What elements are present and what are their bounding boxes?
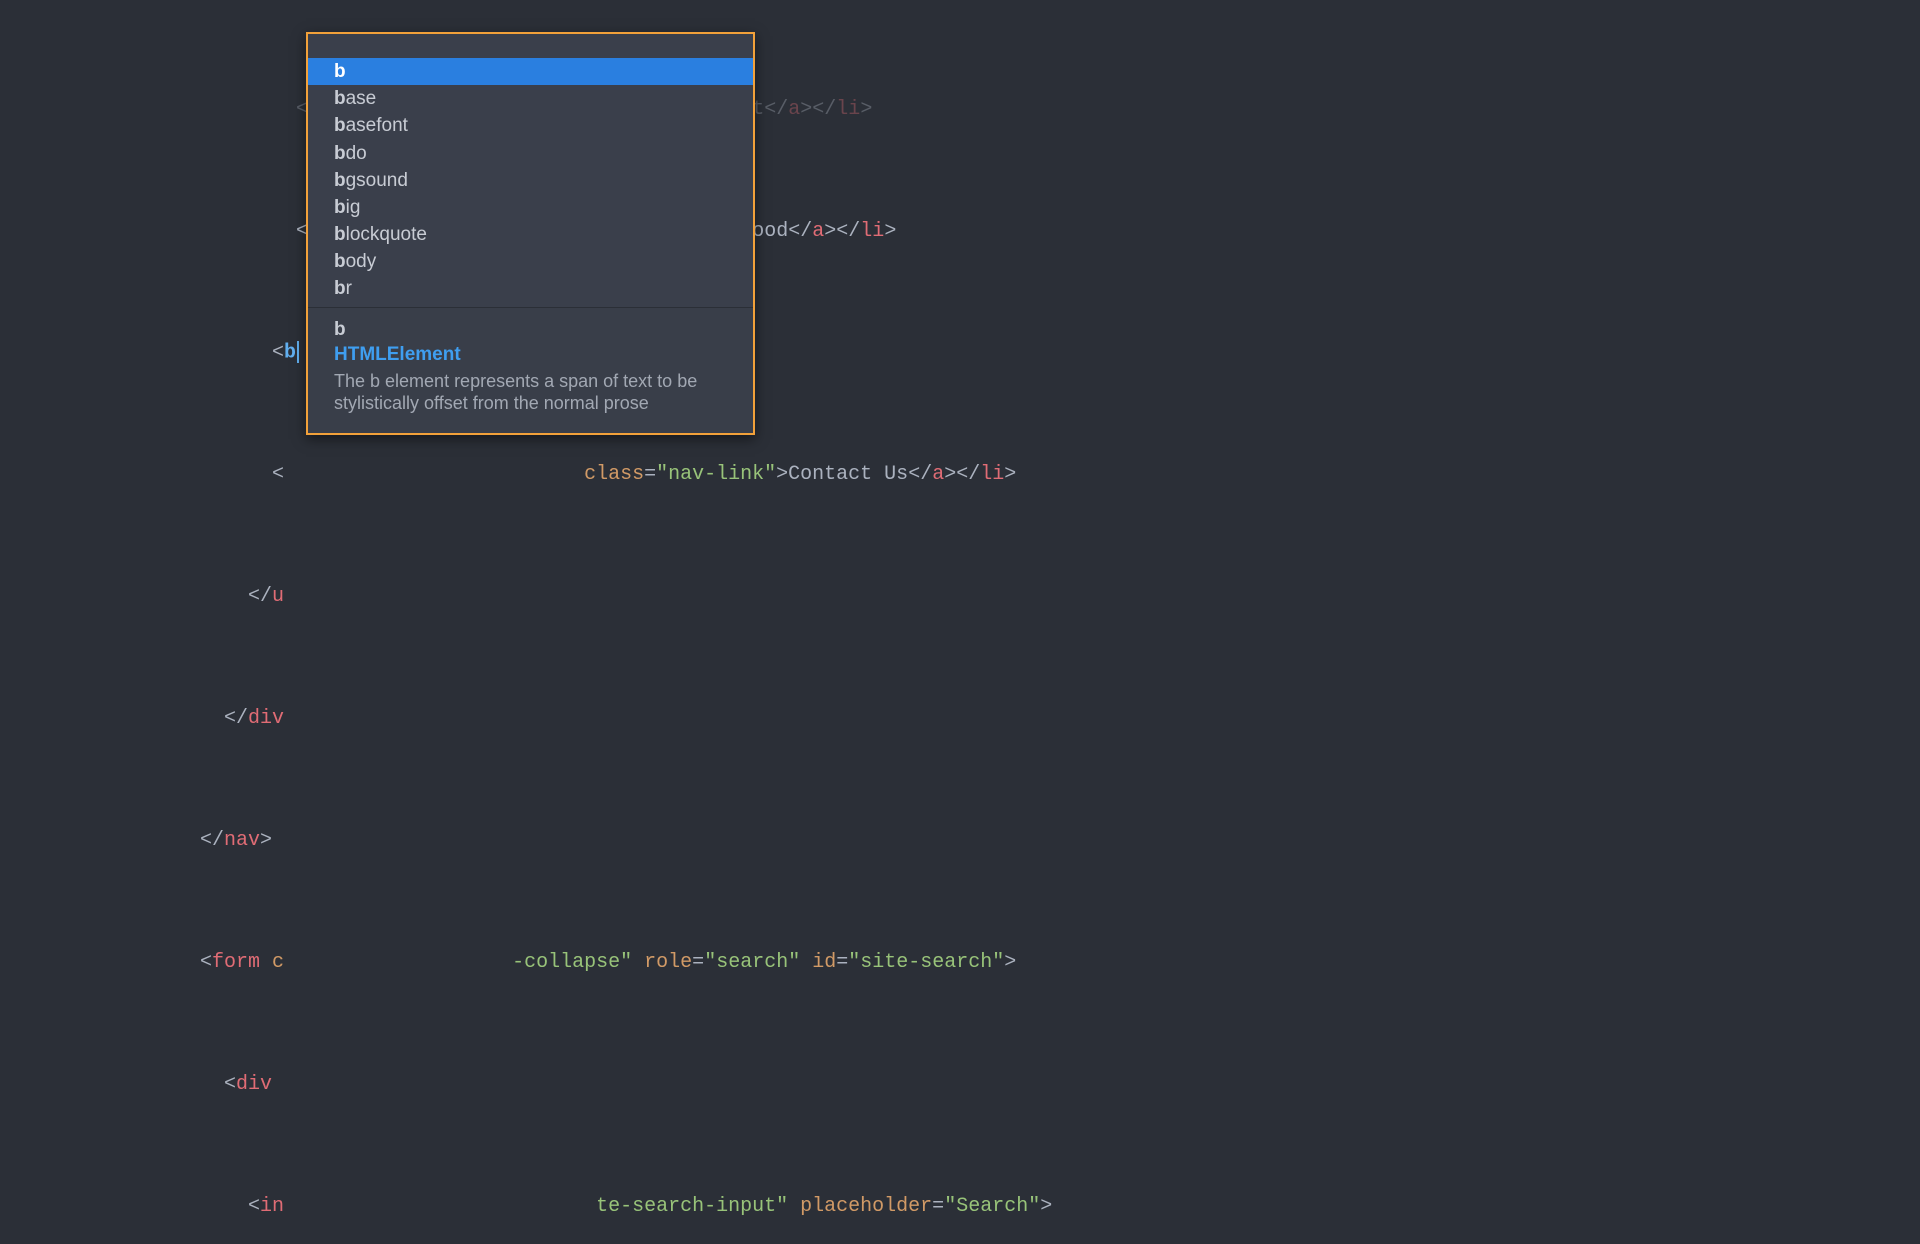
code-line: <input class="form-control site-search-i… xyxy=(0,1195,1920,1219)
code-line: </div xyxy=(0,707,1920,731)
autocomplete-item[interactable]: body xyxy=(308,248,753,275)
doc-name: b xyxy=(334,318,727,341)
code-line: <li><a href="#art" class="nav-link">Art<… xyxy=(0,98,1920,122)
code-line-active[interactable]: <b xyxy=(0,341,1920,365)
code-line: <div xyxy=(0,1073,1920,1097)
code-line: </u xyxy=(0,585,1920,609)
code-line: <li><a href="#food" class="nav-link">Foo… xyxy=(0,220,1920,244)
doc-desc: The b element represents a span of text … xyxy=(334,370,724,415)
autocomplete-item[interactable]: blockquote xyxy=(308,221,753,248)
autocomplete-doc: b HTMLElement The b element represents a… xyxy=(308,307,753,433)
autocomplete-popup[interactable]: b base basefont bdo bgsound big blockquo… xyxy=(306,32,755,435)
code-line: <form class="d-flex navbar-collapse" rol… xyxy=(0,951,1920,975)
autocomplete-item[interactable]: basefont xyxy=(308,112,753,139)
autocomplete-item[interactable]: b xyxy=(308,58,753,85)
autocomplete-item[interactable]: base xyxy=(308,85,753,112)
typed-char: b xyxy=(284,342,296,365)
autocomplete-item[interactable]: bgsound xyxy=(308,167,753,194)
doc-type: HTMLElement xyxy=(334,343,727,366)
code-line: </nav> xyxy=(0,829,1920,853)
code-editor[interactable]: <li><a href="#art" class="nav-link">Art<… xyxy=(0,0,1920,622)
code-line: <li><a href="#contact-us" class="nav-lin… xyxy=(0,463,1920,487)
autocomplete-item[interactable]: br xyxy=(308,275,753,302)
text-cursor xyxy=(297,341,299,363)
autocomplete-item[interactable]: bdo xyxy=(308,140,753,167)
autocomplete-item[interactable]: big xyxy=(308,194,753,221)
autocomplete-list: b base basefont bdo bgsound big blockquo… xyxy=(308,34,753,307)
